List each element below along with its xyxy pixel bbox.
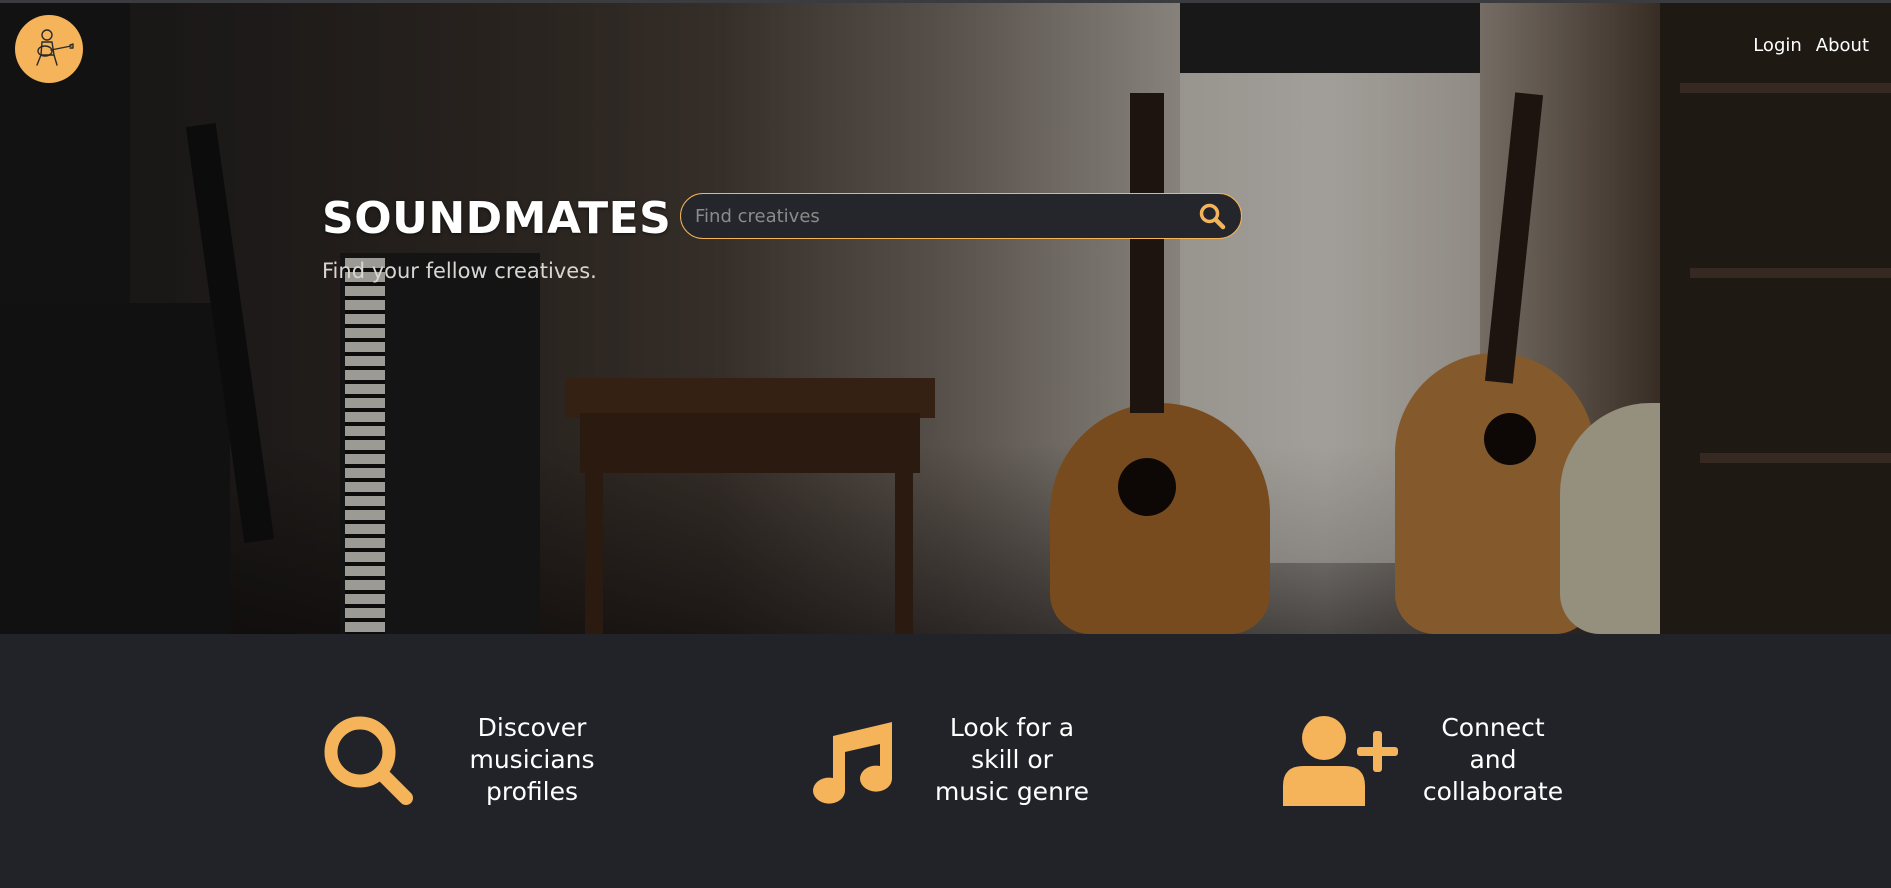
search-button[interactable] xyxy=(1195,199,1229,233)
guitarist-logo-icon xyxy=(36,29,74,66)
search-input[interactable] xyxy=(695,194,1195,238)
feature-connect-text: Connect and collaborate xyxy=(1422,713,1564,806)
features-section: Discover musicians profiles Look for a s… xyxy=(0,634,1891,888)
search-bar xyxy=(680,193,1242,239)
feature-connect: Connect and collaborate xyxy=(1283,712,1588,808)
brand-title: SOUNDMATES xyxy=(322,193,672,244)
feature-skill: Look for a skill or music genre xyxy=(802,712,1107,808)
logo[interactable] xyxy=(15,15,83,83)
search-icon xyxy=(324,716,413,805)
top-nav: Login About xyxy=(1753,35,1869,56)
feature-discover: Discover musicians profiles xyxy=(322,712,627,808)
tagline: Find your fellow creatives. xyxy=(322,259,597,283)
feature-skill-text: Look for a skill or music genre xyxy=(934,713,1090,806)
login-link[interactable]: Login xyxy=(1753,35,1802,56)
feature-discover-text: Discover musicians profiles xyxy=(469,713,595,806)
music-note-icon xyxy=(813,722,893,804)
add-user-icon xyxy=(1283,716,1398,806)
hero-dark-overlay xyxy=(0,3,1891,634)
about-link[interactable]: About xyxy=(1816,35,1869,56)
hero-banner: Login About SOUNDMATES Find your fellow … xyxy=(0,3,1891,634)
search-icon xyxy=(1199,203,1226,230)
